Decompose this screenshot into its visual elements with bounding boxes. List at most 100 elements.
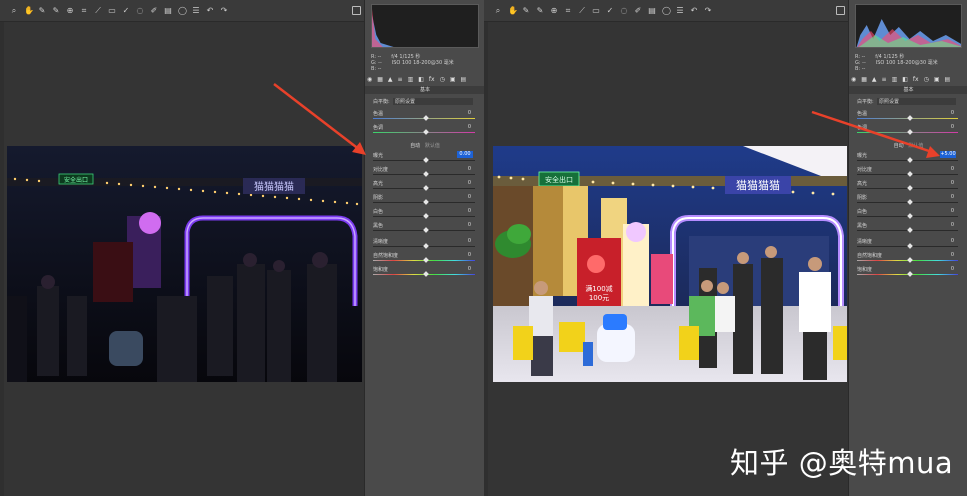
rotate-right-icon[interactable]: ↷ [704,6,712,15]
panel-tab-9[interactable]: ▤ [461,76,467,83]
panel-tab-4[interactable]: ▥ [892,76,898,83]
panel-tab-9[interactable]: ▤ [945,76,951,83]
slider-thumb[interactable] [423,157,429,163]
slider-value[interactable]: 0 [940,238,954,244]
graduated-filter-icon[interactable]: ▤ [164,6,172,15]
slider-thumb[interactable] [423,199,429,205]
panel-tab-5[interactable]: ◧ [902,76,908,83]
color-sampler-icon[interactable]: ✎ [52,6,60,15]
slider-value[interactable]: 0 [457,266,471,272]
hand-icon[interactable]: ✋ [508,6,518,15]
panel-tab-6[interactable]: fx [913,76,919,83]
spot-removal-icon[interactable]: ✓ [122,6,130,15]
preferences-icon[interactable]: ☰ [676,6,684,15]
slider-value[interactable]: 0 [940,194,954,200]
open-panel-icon[interactable] [836,6,845,15]
preferences-icon[interactable]: ☰ [192,6,200,15]
radial-filter-icon[interactable]: ◯ [178,6,187,15]
slider-value[interactable]: 0 [940,180,954,186]
eyedropper-icon[interactable]: ✎ [38,6,46,15]
red-eye-icon[interactable]: ◌ [620,6,628,15]
white-balance-select[interactable]: 原照设置 [393,98,473,105]
panel-tab-8[interactable]: ▣ [934,76,940,83]
slider-thumb[interactable] [423,129,429,135]
slider-value[interactable]: 0 [457,124,471,130]
rotate-right-icon[interactable]: ↷ [220,6,228,15]
brush-icon[interactable]: ✐ [150,6,158,15]
slider-value[interactable]: 0 [457,208,471,214]
slider-thumb[interactable] [423,185,429,191]
crop-icon[interactable]: ⌗ [80,6,88,15]
slider-value[interactable]: 0 [940,266,954,272]
poster-text-1: 满100减 [585,284,612,293]
zoom-icon[interactable]: ⌕ [10,6,18,15]
slider-thumb[interactable] [907,257,913,263]
slider-thumb[interactable] [907,227,913,233]
slider-value[interactable]: 0 [457,110,471,116]
rotate-left-icon[interactable]: ↶ [206,6,214,15]
red-eye-icon[interactable]: ◌ [136,6,144,15]
panel-tab-7[interactable]: ◷ [924,76,929,83]
hand-icon[interactable]: ✋ [24,6,34,15]
default-button[interactable]: 默认值 [425,143,440,149]
slider-thumb[interactable] [423,243,429,249]
spot-removal-icon[interactable]: ✓ [606,6,614,15]
slider-thumb[interactable] [907,185,913,191]
panel-tab-4[interactable]: ▥ [408,76,414,83]
panel-tab-5[interactable]: ◧ [418,76,424,83]
slider-value[interactable]: 0 [940,252,954,258]
slider-value[interactable]: 0 [940,208,954,214]
panel-tab-7[interactable]: ◷ [440,76,445,83]
panel-tab-6[interactable]: fx [429,76,435,83]
straighten-icon[interactable]: ⟋ [94,6,102,15]
slider-value[interactable]: 0 [457,238,471,244]
photo-before: 安全出口 猫猫猫猫 [7,146,362,382]
straighten-icon[interactable]: ⟋ [578,6,586,15]
color-sampler-icon[interactable]: ✎ [536,6,544,15]
slider-value[interactable]: 0 [940,222,954,228]
panel-tab-1[interactable]: ▦ [377,76,383,83]
radial-filter-icon[interactable]: ◯ [662,6,671,15]
panel-tab-2[interactable]: ▲ [872,76,877,83]
exit-sign-after: 安全出口 [545,175,573,184]
slider-thumb[interactable] [423,271,429,277]
rotate-left-icon[interactable]: ↶ [690,6,698,15]
target-adjust-icon[interactable]: ⊕ [550,6,558,15]
open-panel-icon[interactable] [352,6,361,15]
slider-row: 白色 0 [373,208,477,219]
slider-thumb[interactable] [423,257,429,263]
slider-value[interactable]: 0 [457,166,471,172]
panel-tab-8[interactable]: ▣ [450,76,456,83]
graduated-filter-icon[interactable]: ▤ [648,6,656,15]
slider-thumb[interactable] [423,115,429,121]
panel-tab-0[interactable]: ◉ [851,76,856,83]
slider-thumb[interactable] [907,271,913,277]
slider-thumb[interactable] [907,171,913,177]
slider-value[interactable]: 0 [457,252,471,258]
eyedropper-icon[interactable]: ✎ [522,6,530,15]
slider-thumb[interactable] [423,213,429,219]
panel-tab-1[interactable]: ▦ [861,76,867,83]
slider-value[interactable]: 0 [457,194,471,200]
panel-tab-2[interactable]: ▲ [388,76,393,83]
slider-value[interactable]: 0 [457,180,471,186]
crop-icon[interactable]: ⌗ [564,6,572,15]
panel-tab-3[interactable]: ≡ [398,76,403,83]
transform-icon[interactable]: ▭ [592,6,600,15]
slider-value-input[interactable]: 0.00 [457,151,473,158]
section-basic[interactable]: 基本 [849,86,967,94]
transform-icon[interactable]: ▭ [108,6,116,15]
white-balance-select[interactable]: 原照设置 [877,98,956,105]
slider-thumb[interactable] [907,199,913,205]
slider-thumb[interactable] [423,227,429,233]
panel-tab-3[interactable]: ≡ [882,76,887,83]
section-basic[interactable]: 基本 [365,86,484,94]
zoom-icon[interactable]: ⌕ [494,6,502,15]
slider-thumb[interactable] [423,171,429,177]
auto-button[interactable]: 自动 [410,143,420,149]
target-adjust-icon[interactable]: ⊕ [66,6,74,15]
brush-icon[interactable]: ✐ [634,6,642,15]
slider-thumb[interactable] [907,243,913,249]
slider-thumb[interactable] [907,213,913,219]
slider-value[interactable]: 0 [457,222,471,228]
